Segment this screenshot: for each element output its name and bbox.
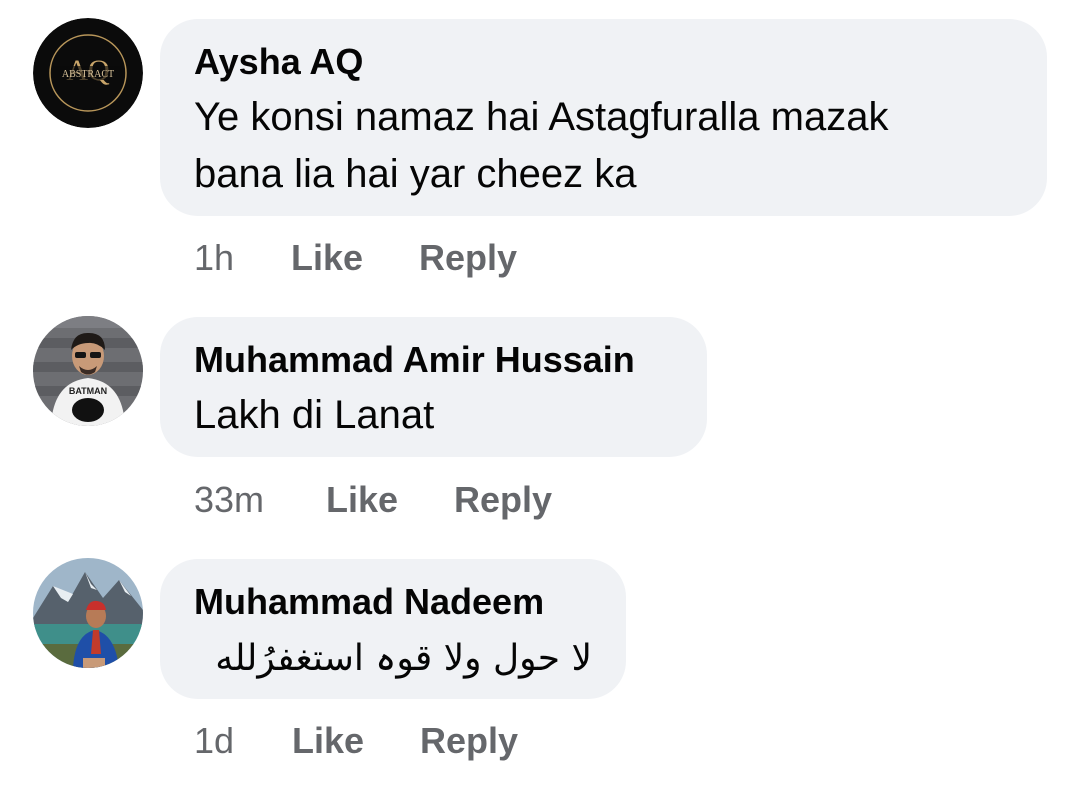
reply-button[interactable]: Reply	[420, 719, 518, 763]
comment-timestamp[interactable]: 1d	[194, 719, 234, 763]
comment-author[interactable]: Muhammad Nadeem	[194, 582, 544, 622]
comment-text: لا حول ولا قوہ استغفرُلله	[215, 638, 592, 679]
user-photo-avatar	[33, 558, 143, 668]
avatar[interactable]	[33, 558, 143, 668]
like-button[interactable]: Like	[292, 719, 364, 763]
comment-bubble: Muhammad Nadeem لا حول ولا قوہ استغفرُلل…	[160, 559, 626, 699]
comment-item: Muhammad Nadeem لا حول ولا قوہ استغفرُلل…	[0, 0, 1080, 791]
